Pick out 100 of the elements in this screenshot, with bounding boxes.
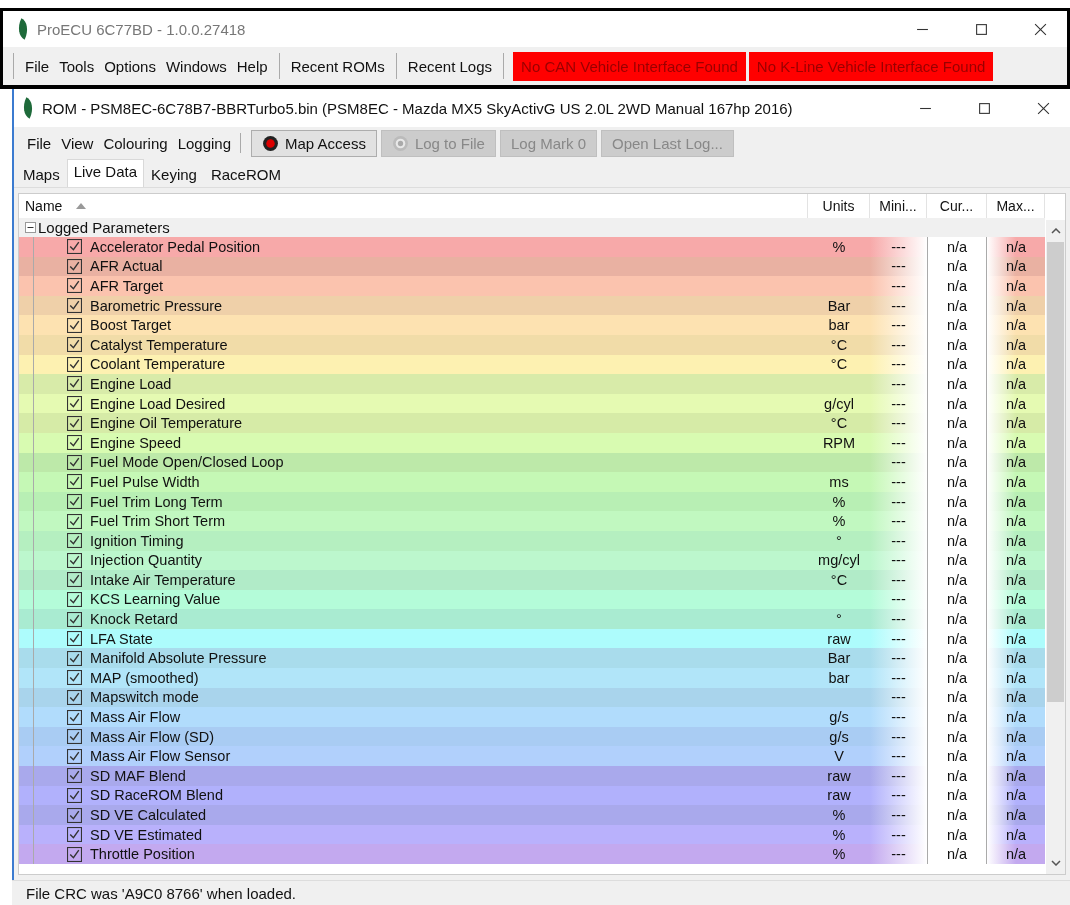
checkbox[interactable] (67, 592, 82, 607)
checkbox[interactable] (67, 435, 82, 451)
maximize-icon[interactable] (978, 101, 991, 115)
checkbox[interactable] (67, 376, 82, 392)
checkbox[interactable] (67, 846, 82, 862)
table-row[interactable]: AFR Actual --- n/a n/a (19, 256, 1045, 277)
menu-item[interactable]: Help (231, 47, 273, 85)
checkbox[interactable] (67, 631, 82, 647)
table-row[interactable]: Knock Retard ° --- n/a n/a (19, 609, 1045, 629)
collapse-icon[interactable] (25, 222, 36, 233)
menu-button[interactable]: Recent Logs (402, 47, 498, 85)
checkbox[interactable] (67, 258, 82, 274)
table-cell: --- (891, 630, 906, 647)
checkbox[interactable] (67, 748, 82, 764)
menu-button[interactable]: Recent ROMs (285, 47, 390, 85)
table-row[interactable]: Engine Speed RPM --- n/a n/a (19, 432, 1045, 453)
scrollbar[interactable] (1046, 220, 1065, 874)
tab[interactable]: Maps (16, 162, 67, 187)
checkbox[interactable] (67, 670, 82, 686)
menu-item[interactable]: Windows (160, 47, 232, 85)
checkbox[interactable] (67, 474, 82, 490)
table-row[interactable]: Throttle Position % --- n/a n/a (19, 844, 1045, 864)
tab[interactable]: Live Data (66, 159, 145, 187)
table-row[interactable]: LFA State raw --- n/a n/a (19, 628, 1045, 649)
table-cell: n/a (1005, 258, 1027, 275)
checkbox[interactable] (67, 807, 82, 823)
table-cell: n/a (946, 748, 968, 765)
tab[interactable]: Keying (144, 162, 204, 187)
table-row[interactable]: Coolant Temperature °C --- n/a n/a (19, 354, 1045, 375)
table-row[interactable]: Fuel Trim Short Term % --- n/a n/a (19, 511, 1045, 531)
checkbox[interactable] (67, 611, 82, 627)
table-row[interactable]: Injection Quantity mg/cyl --- n/a n/a (19, 550, 1045, 571)
checkbox[interactable] (67, 709, 82, 725)
checkbox[interactable] (67, 415, 82, 431)
checkbox[interactable] (67, 787, 82, 803)
checkbox[interactable] (67, 494, 82, 509)
checkbox[interactable] (67, 298, 82, 314)
table-row[interactable]: Mapswitch mode --- n/a n/a (19, 687, 1045, 708)
tab[interactable]: RaceROM (203, 162, 288, 187)
table-cell: n/a (946, 473, 968, 490)
checkbox[interactable] (67, 827, 82, 843)
table-row[interactable]: Engine Oil Temperature °C --- n/a n/a (19, 413, 1045, 433)
checkbox[interactable] (67, 356, 82, 372)
checkbox[interactable] (67, 689, 82, 705)
scroll-up-icon[interactable] (1050, 228, 1061, 234)
checkbox[interactable] (67, 650, 82, 666)
table-row[interactable]: Mass Air Flow Sensor V --- n/a n/a (19, 746, 1045, 767)
checkbox[interactable] (67, 239, 82, 255)
table-cell: n/a (946, 787, 968, 804)
table-row[interactable]: Mass Air Flow (SD) g/s --- n/a n/a (19, 726, 1045, 747)
checkbox[interactable] (67, 454, 82, 470)
table-row[interactable]: Engine Load --- n/a n/a (19, 374, 1045, 394)
sort-ascending-icon[interactable] (76, 203, 87, 209)
table-row[interactable]: Intake Air Temperature °C --- n/a n/a (19, 570, 1045, 590)
checkbox[interactable] (67, 278, 82, 294)
menu-item[interactable]: Logging (172, 134, 237, 152)
checkbox[interactable] (67, 768, 82, 784)
table-cell: --- (891, 552, 906, 569)
checkbox[interactable] (67, 513, 82, 529)
maximize-icon[interactable] (975, 22, 988, 36)
table-row[interactable]: Catalyst Temperature °C --- n/a n/a (19, 334, 1045, 355)
table-row[interactable]: Fuel Mode Open/Closed Loop --- n/a n/a (19, 452, 1045, 473)
table-row[interactable]: SD RaceROM Blend raw --- n/a n/a (19, 785, 1045, 806)
table-row[interactable]: MAP (smoothed) bar --- n/a n/a (19, 668, 1045, 688)
close-icon[interactable] (1037, 101, 1050, 115)
table-cell: LFA State (90, 630, 153, 647)
table-cell: % (832, 513, 846, 530)
table-row[interactable]: Manifold Absolute Pressure Bar --- n/a n/a (19, 648, 1045, 669)
table-row[interactable]: SD VE Calculated % --- n/a n/a (19, 805, 1045, 825)
checkbox[interactable] (67, 572, 82, 588)
table-row[interactable]: AFR Target --- n/a n/a (19, 276, 1045, 296)
table-row[interactable]: Barometric Pressure Bar --- n/a n/a (19, 295, 1045, 316)
menu-item[interactable]: File (20, 47, 55, 85)
table-row[interactable]: Fuel Pulse Width ms --- n/a n/a (19, 472, 1045, 492)
table-row[interactable]: Mass Air Flow g/s --- n/a n/a (19, 707, 1045, 727)
menu-item[interactable]: View (56, 134, 99, 152)
scroll-thumb[interactable] (1047, 242, 1064, 702)
menu-item[interactable]: Tools (54, 47, 100, 85)
table-row[interactable]: Ignition Timing ° --- n/a n/a (19, 530, 1045, 551)
menu-item[interactable]: File (22, 134, 57, 152)
checkbox[interactable] (67, 552, 82, 568)
table-row[interactable]: SD MAF Blend raw --- n/a n/a (19, 766, 1045, 786)
table-cell: --- (891, 728, 906, 745)
scroll-down-icon[interactable] (1050, 860, 1061, 866)
checkbox[interactable] (67, 396, 82, 412)
table-row[interactable]: Engine Load Desired g/cyl --- n/a n/a (19, 393, 1045, 414)
table-row[interactable]: SD VE Estimated % --- n/a n/a (19, 824, 1045, 845)
checkbox[interactable] (67, 533, 82, 549)
menu-item[interactable]: Colouring (98, 134, 173, 152)
checkbox[interactable] (67, 337, 82, 353)
table-row[interactable]: Boost Target bar --- n/a n/a (19, 315, 1045, 335)
table-cell: n/a (1005, 728, 1027, 745)
menu-item[interactable]: Options (99, 47, 161, 85)
table-row[interactable]: Accelerator Pedal Position % --- n/a n/a (19, 237, 1045, 257)
table-row[interactable]: Fuel Trim Long Term % --- n/a n/a (19, 491, 1045, 512)
table-row[interactable]: KCS Learning Value --- n/a n/a (19, 589, 1045, 610)
close-icon[interactable] (1034, 22, 1047, 36)
checkbox[interactable] (67, 317, 82, 333)
toolbar-button[interactable]: Map Access (251, 129, 377, 157)
checkbox[interactable] (67, 729, 82, 745)
